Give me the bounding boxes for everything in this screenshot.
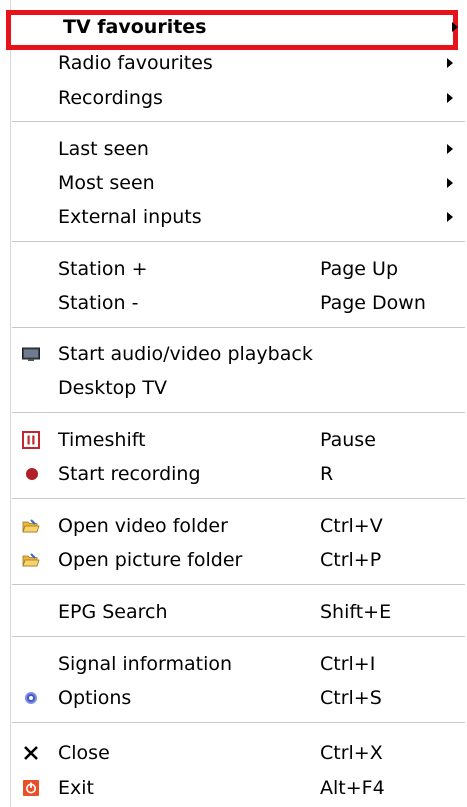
submenu-arrow-icon (447, 178, 453, 188)
menu-item-recordings[interactable]: Recordings (0, 81, 467, 115)
record-dot-icon (26, 468, 38, 480)
menu-separator (12, 327, 465, 328)
menu-separator (12, 584, 465, 585)
menu-item-label: Start recording (58, 463, 201, 485)
menu-item-label: Open video folder (58, 515, 228, 537)
submenu-arrow-icon (447, 58, 453, 68)
menu-item-shortcut: Pause (320, 429, 376, 451)
folder-open-icon (22, 519, 40, 533)
menu-item-label: Close (58, 742, 110, 764)
menu-item-signal-information[interactable]: Signal information Ctrl+I (0, 647, 467, 681)
menu-item-last-seen[interactable]: Last seen (0, 132, 467, 166)
menu-item-most-seen[interactable]: Most seen (0, 166, 467, 200)
menu-item-options[interactable]: Options Ctrl+S (0, 681, 467, 715)
menu-item-label: Signal information (58, 653, 233, 675)
menu-separator (12, 498, 465, 499)
menu-item-station-down[interactable]: Station - Page Down (0, 286, 467, 320)
menu-item-shortcut: Page Up (320, 258, 399, 280)
monitor-icon (22, 347, 40, 361)
menu-item-label: Recordings (58, 87, 163, 109)
menu-item-start-recording[interactable]: Start recording R (0, 457, 467, 491)
menu-item-shortcut: Ctrl+X (320, 742, 383, 764)
options-gear-icon (25, 692, 37, 704)
menu-item-label: Start audio/video playback (58, 343, 313, 365)
menu-item-shortcut: Alt+F4 (320, 777, 385, 799)
submenu-arrow-icon (447, 144, 453, 154)
menu-item-shortcut: Ctrl+P (320, 549, 382, 571)
menu-item-shortcut: R (320, 463, 334, 485)
menu-item-open-picture-folder[interactable]: Open picture folder Ctrl+P (0, 543, 467, 577)
menu-item-label: Last seen (58, 138, 149, 160)
close-x-icon (24, 746, 38, 760)
menu-item-start-playback[interactable]: Start audio/video playback (0, 337, 467, 371)
menu-item-label: Options (58, 687, 132, 709)
power-exit-icon (23, 780, 39, 796)
menu-item-label: Open picture folder (58, 549, 243, 571)
menu-item-desktop-tv[interactable]: Desktop TV (0, 371, 467, 405)
submenu-arrow-icon (447, 93, 453, 103)
menu-item-label: Desktop TV (58, 377, 167, 399)
menu-item-shortcut: Ctrl+V (320, 515, 383, 537)
menu-item-station-up[interactable]: Station + Page Up (0, 252, 467, 286)
menu-separator (12, 722, 465, 723)
menu-item-label: Exit (58, 777, 94, 799)
menu-item-tv-favourites-row: TV favourites (5, 10, 467, 44)
menu-item-label: Timeshift (58, 429, 146, 451)
menu-item-label: Radio favourites (58, 52, 213, 74)
menu-item-epg-search[interactable]: EPG Search Shift+E (0, 595, 467, 629)
menu-item-timeshift[interactable]: Timeshift Pause (0, 423, 467, 457)
context-menu: Radio favourites TV favourites Recording… (0, 0, 467, 807)
menu-item-label: TV favourites (63, 16, 207, 38)
menu-item-label: Station + (58, 258, 148, 280)
menu-separator (12, 636, 465, 637)
menu-item-tv-favourites[interactable]: TV favourites (6, 10, 458, 50)
menu-item-open-video-folder[interactable]: Open video folder Ctrl+V (0, 509, 467, 543)
menu-item-label: External inputs (58, 206, 202, 228)
menu-item-shortcut: Page Down (320, 292, 426, 314)
menu-item-shortcut: Ctrl+S (320, 687, 382, 709)
menu-item-label: Station - (58, 292, 139, 314)
menu-item-shortcut: Ctrl+I (320, 653, 376, 675)
menu-item-shortcut: Shift+E (320, 601, 392, 623)
submenu-arrow-icon (452, 22, 458, 32)
pause-icon (22, 431, 40, 449)
menu-item-close[interactable]: Close Ctrl+X (0, 736, 467, 770)
menu-item-radio-favourites[interactable]: Radio favourites (0, 46, 467, 80)
menu-separator (12, 412, 465, 413)
menu-item-label: Most seen (58, 172, 155, 194)
menu-item-exit[interactable]: Exit Alt+F4 (0, 771, 467, 805)
submenu-arrow-icon (447, 212, 453, 222)
folder-open-icon (22, 553, 40, 567)
menu-separator (12, 121, 465, 122)
menu-item-external-inputs[interactable]: External inputs (0, 200, 467, 234)
menu-item-label: EPG Search (58, 601, 168, 623)
menu-separator (12, 241, 465, 242)
